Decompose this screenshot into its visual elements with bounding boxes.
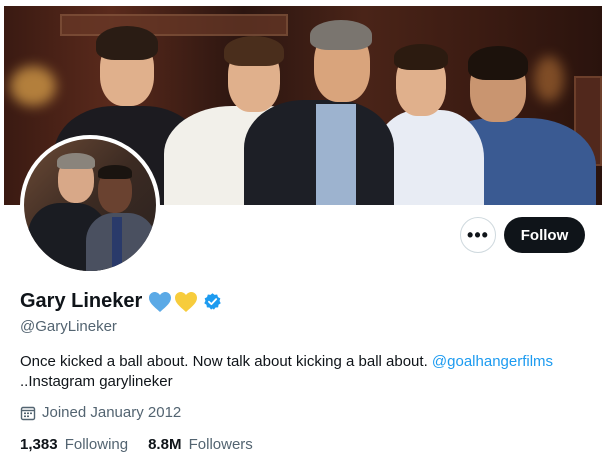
followers-label: Followers [188,436,253,453]
follow-button[interactable]: Follow [504,217,585,253]
avatar[interactable] [20,135,160,275]
more-icon: ••• [467,224,489,245]
bio-mention-link[interactable]: @goalhangerfilms [432,353,553,370]
name-row: Gary Lineker [20,290,222,313]
verified-badge-icon[interactable] [203,292,222,311]
following-label: Following [64,436,129,453]
bio-text: Once kicked a ball about. Now talk about… [20,353,428,370]
calendar-icon [20,406,36,420]
banner-lamp [10,66,56,106]
profile-header: ••• Follow Gary Lineker @GaryLineker Onc… [0,0,611,460]
banner-frame [60,14,288,36]
banner-lamp [534,56,564,102]
bio: Once kicked a ball about. Now talk about… [20,352,590,392]
display-name: Gary Lineker [20,290,143,312]
user-handle: @GaryLineker [20,318,117,335]
followers-link[interactable]: 8.8M Followers [148,436,253,453]
following-count: 1,383 [20,436,58,453]
follow-stats: 1,383 Following 8.8M Followers [20,436,273,453]
more-options-button[interactable]: ••• [460,217,496,253]
yellow-heart-icon [174,291,198,313]
followers-count: 8.8M [148,436,182,453]
bio-line-2: ..Instagram garylineker [20,373,173,390]
following-link[interactable]: 1,383 Following [20,436,128,453]
blue-heart-icon [148,291,172,313]
joined-text: Joined January 2012 [42,404,182,421]
joined-date: Joined January 2012 [20,404,181,421]
